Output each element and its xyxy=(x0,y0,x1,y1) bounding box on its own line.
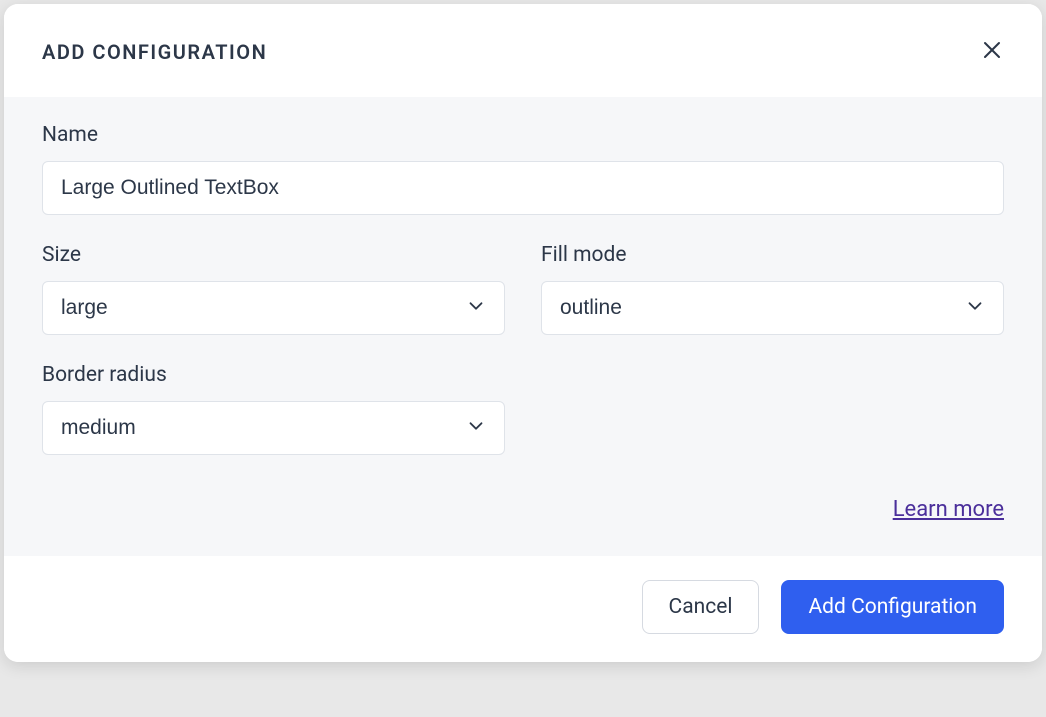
fill-mode-field-group: Fill mode outline xyxy=(541,243,1004,363)
cancel-button[interactable]: Cancel xyxy=(642,580,760,634)
add-configuration-button[interactable]: Add Configuration xyxy=(781,580,1004,634)
border-radius-select[interactable]: medium xyxy=(42,401,505,455)
modal-body: Name Size large Fill mode xyxy=(4,97,1042,556)
modal-title: ADD CONFIGURATION xyxy=(42,40,267,64)
size-select-value: large xyxy=(61,296,108,320)
fill-mode-label: Fill mode xyxy=(541,243,1004,267)
learn-more-row: Learn more xyxy=(42,497,1004,522)
size-select[interactable]: large xyxy=(42,281,505,335)
name-input[interactable] xyxy=(42,161,1004,215)
name-field-group: Name xyxy=(42,123,1004,215)
close-icon xyxy=(980,38,1004,65)
add-configuration-modal: ADD CONFIGURATION Name Size large xyxy=(4,4,1042,662)
fill-mode-select[interactable]: outline xyxy=(541,281,1004,335)
fill-mode-select-value: outline xyxy=(560,296,622,320)
name-label: Name xyxy=(42,123,1004,147)
learn-more-link[interactable]: Learn more xyxy=(893,497,1004,522)
border-radius-field-group: Border radius medium xyxy=(42,363,505,455)
modal-footer: Cancel Add Configuration xyxy=(4,556,1042,662)
size-field-group: Size large xyxy=(42,243,505,335)
modal-header: ADD CONFIGURATION xyxy=(4,4,1042,97)
size-label: Size xyxy=(42,243,505,267)
border-radius-select-value: medium xyxy=(61,416,136,440)
close-button[interactable] xyxy=(976,34,1008,69)
border-radius-label: Border radius xyxy=(42,363,505,387)
